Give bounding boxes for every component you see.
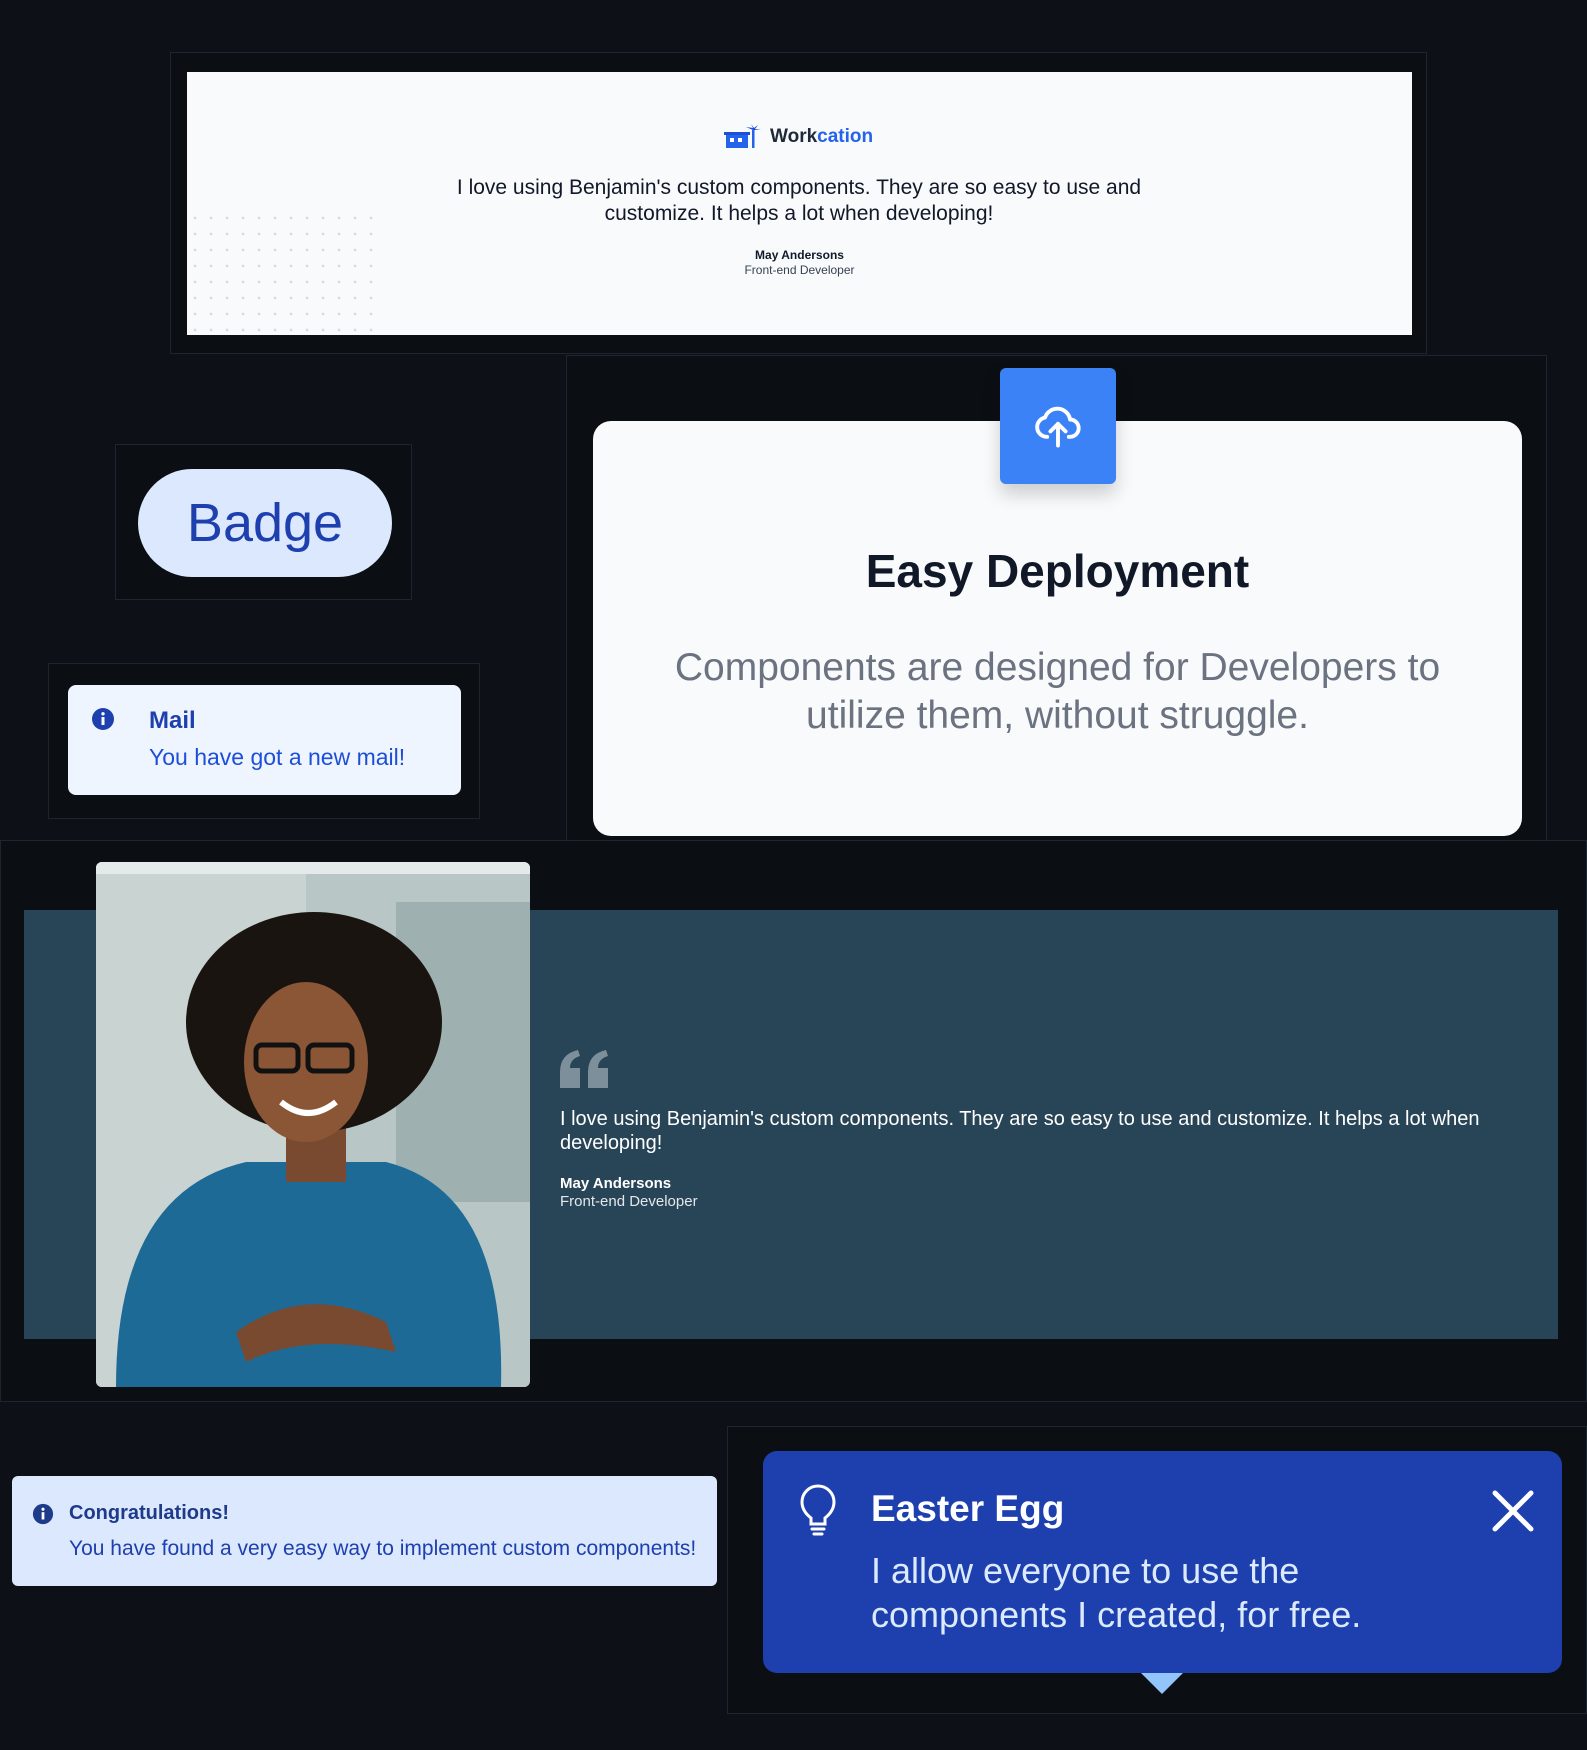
testimonial-author: May Andersons [755,248,844,262]
testimonial-card-centered: Workcation I love using Benjamin's custo… [187,72,1412,335]
testimonial-quote: I love using Benjamin's custom component… [456,176,1142,225]
feature-title: Easy Deployment [865,545,1250,597]
person-photo [96,862,530,1387]
logo-text: Workcation [770,126,874,147]
quote-icon [560,1050,608,1088]
testimonial-quote: I love using Benjamin's custom component… [560,1108,1480,1154]
testimonial-role: Front-end Developer [744,263,855,277]
alert-title: Mail [149,707,196,734]
close-icon[interactable] [1487,1485,1539,1537]
alert-title: Congratulations! [69,1502,229,1524]
info-icon [32,1503,54,1525]
badge: Badge [138,469,392,577]
feature-description: Components are designed for Developers t… [674,646,1441,737]
lightbulb-icon [800,1484,836,1536]
toast-pointer [1141,1673,1183,1694]
testimonial-author: May Andersons [560,1175,672,1192]
cloud-upload-icon [1035,406,1081,448]
easter-egg-toast: Easter Egg I allow everyone to use the c… [763,1451,1562,1673]
toast-message: I allow everyone to use the components I… [871,1550,1362,1635]
alert-message: You have got a new mail! [149,744,406,770]
info-icon [92,708,114,730]
toast-title: Easter Egg [871,1488,1065,1529]
author-photo [96,862,530,1387]
mail-alert: Mail You have got a new mail! [68,685,461,795]
building-palm-icon [724,124,761,148]
testimonial-role: Front-end Developer [560,1193,698,1210]
workcation-logo: Workcation [718,119,882,155]
alert-message: You have found a very easy way to implem… [69,1537,697,1560]
congratulations-alert: Congratulations! You have found a very e… [12,1476,717,1586]
feature-icon-box [1000,368,1116,484]
